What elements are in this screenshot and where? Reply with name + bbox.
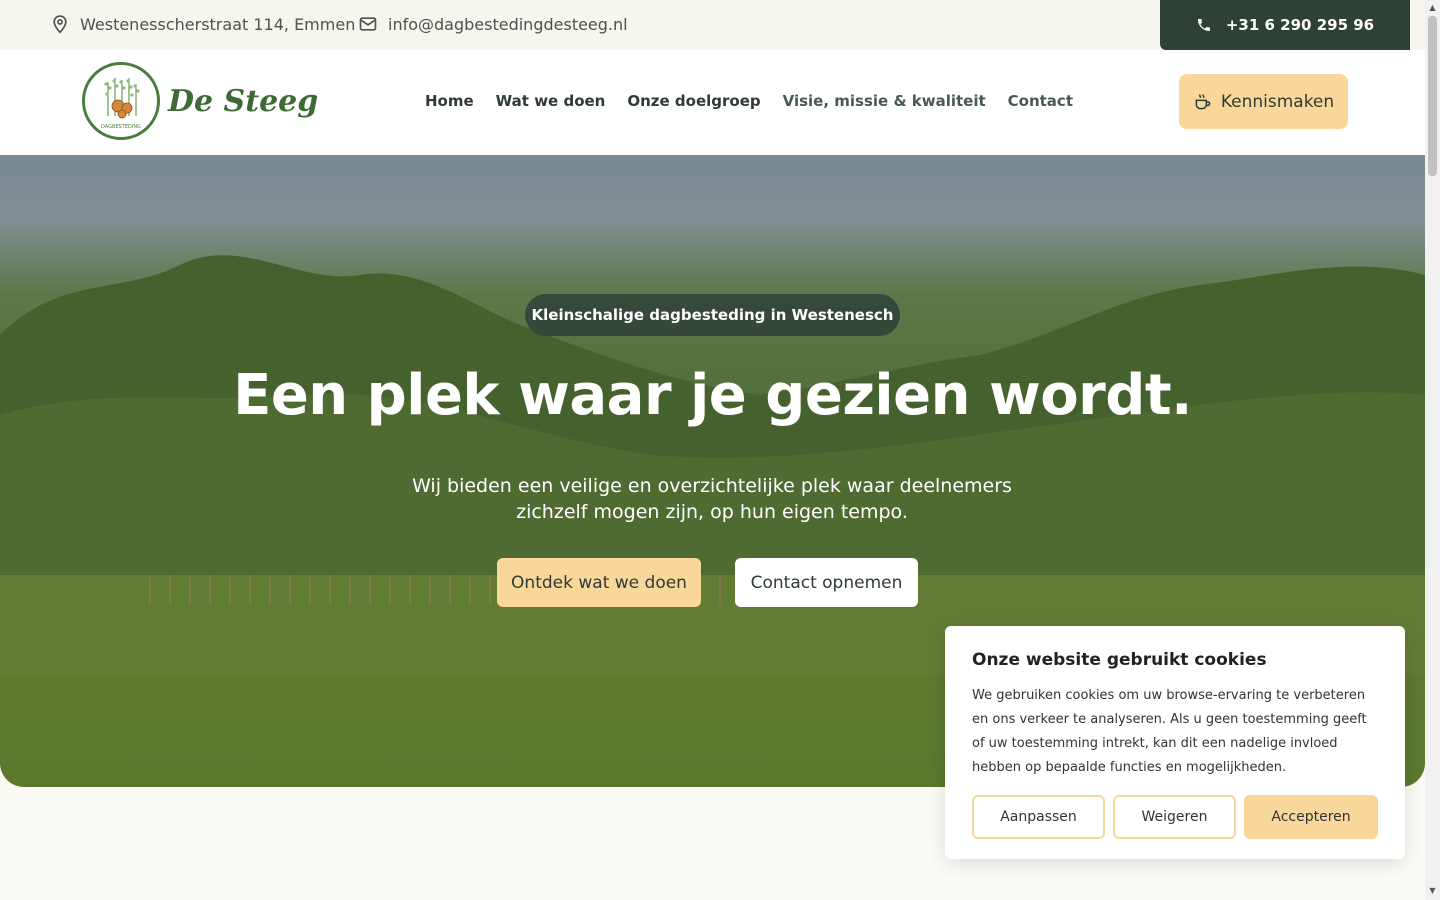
hero-title: Een plek waar je gezien wordt. xyxy=(233,363,1192,428)
logo-wordmark: De Steeg xyxy=(168,83,319,119)
phone-text: +31 6 290 295 96 xyxy=(1225,16,1375,34)
contact-opnemen-button[interactable]: Contact opnemen xyxy=(735,558,918,607)
nav-item-wat-we-doen[interactable]: Wat we doen xyxy=(496,92,606,110)
scroll-up-arrow-icon[interactable]: ▲ xyxy=(1428,3,1437,13)
logo-emblem: DAGBESTEDING xyxy=(82,62,160,140)
location-pin-icon xyxy=(53,15,67,34)
phone-button[interactable]: +31 6 290 295 96 xyxy=(1160,0,1410,50)
cookie-title: Onze website gebruikt cookies xyxy=(972,650,1267,670)
nav-item-visie-missie[interactable]: Visie, missie & kwaliteit xyxy=(783,92,986,110)
nav-item-contact[interactable]: Contact xyxy=(1008,92,1073,110)
address-item[interactable]: Westenesscherstraat 114, Emmen xyxy=(50,14,355,34)
kennismaken-label: Kennismaken xyxy=(1220,91,1335,112)
cookie-customize-button[interactable]: Aanpassen xyxy=(972,795,1105,839)
hero-subtitle: Wij bieden een veilige en overzichtelijk… xyxy=(412,475,1012,523)
scrollbar-thumb[interactable] xyxy=(1428,16,1437,176)
nav-item-onze-doelgroep[interactable]: Onze doelgroep xyxy=(627,92,760,110)
mail-icon xyxy=(359,17,377,31)
cookie-reject-button[interactable]: Weigeren xyxy=(1113,795,1236,839)
cookie-consent-banner: Onze website gebruikt cookies We gebruik… xyxy=(945,626,1405,859)
scroll-down-arrow-icon[interactable]: ▼ xyxy=(1428,886,1437,896)
cookie-buttons: Aanpassen Weigeren Accepteren xyxy=(972,795,1378,839)
logo-ring-text: DAGBESTEDING xyxy=(101,124,141,130)
cookie-accept-button[interactable]: Accepteren xyxy=(1244,795,1378,839)
email-text: info@dagbestedingdesteeg.nl xyxy=(388,14,628,34)
email-item[interactable]: info@dagbestedingdesteeg.nl xyxy=(358,14,628,34)
hero-tagline-pill: Kleinschalige dagbesteding in Westenesch xyxy=(525,294,900,336)
address-text: Westenesscherstraat 114, Emmen xyxy=(80,14,356,34)
coffee-cup-icon xyxy=(1195,93,1211,109)
ontdek-button[interactable]: Ontdek wat we doen xyxy=(497,558,701,607)
site-header: DAGBESTEDING De Steeg Home Wat we doen O… xyxy=(0,50,1425,155)
logo[interactable]: DAGBESTEDING De Steeg xyxy=(82,62,318,140)
top-bar: Westenesscherstraat 114, Emmen info@dagb… xyxy=(0,0,1425,50)
main-nav: Home Wat we doen Onze doelgroep Visie, m… xyxy=(425,92,1073,110)
phone-icon xyxy=(1197,19,1210,31)
kennismaken-button[interactable]: Kennismaken xyxy=(1179,74,1348,129)
logo-tree-icon: DAGBESTEDING xyxy=(101,78,141,130)
page-scrollbar[interactable]: ▲ ▼ xyxy=(1425,0,1440,900)
cookie-text: We gebruiken cookies om uw browse-ervari… xyxy=(972,688,1367,775)
nav-item-home[interactable]: Home xyxy=(425,92,474,110)
